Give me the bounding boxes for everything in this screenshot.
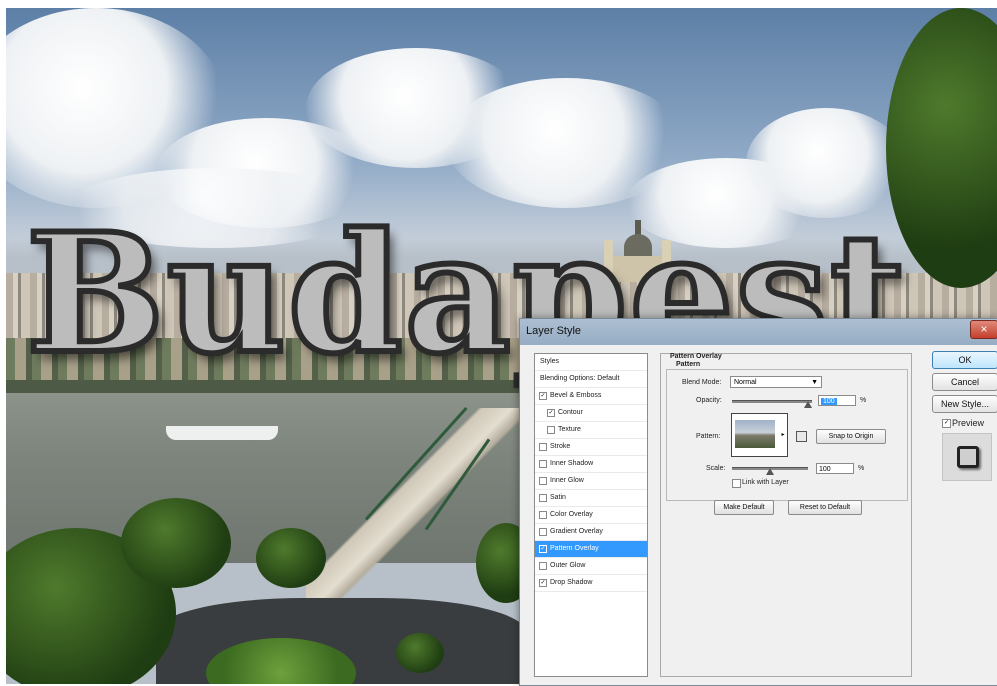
style-label: Outer Glow xyxy=(550,562,586,569)
blend-mode-label: Blend Mode: xyxy=(682,379,722,386)
styles-list-item[interactable]: Stroke xyxy=(535,439,647,456)
link-with-layer-label: Link with Layer xyxy=(742,479,789,486)
style-label: Stroke xyxy=(550,443,571,450)
style-label: Contour xyxy=(558,409,583,416)
pattern-label: Pattern: xyxy=(696,433,721,440)
styles-list: Styles Blending Options: Default ✓ Bevel & … xyxy=(534,353,648,677)
styles-list-item[interactable]: Color Overlay xyxy=(535,507,647,524)
opacity-label: Opacity: xyxy=(696,397,722,404)
pattern-dropdown-icon[interactable]: ▸ xyxy=(779,413,788,457)
scale-slider-thumb[interactable] xyxy=(766,468,774,475)
style-checkbox[interactable] xyxy=(539,562,547,570)
preview-checkbox[interactable]: ✓ xyxy=(942,419,951,428)
style-checkbox[interactable] xyxy=(539,460,547,468)
close-icon[interactable]: × xyxy=(970,320,997,339)
styles-list-item[interactable]: ✓ Bevel & Emboss xyxy=(535,388,647,405)
boat xyxy=(166,426,278,440)
opacity-slider[interactable] xyxy=(732,400,812,408)
scale-slider[interactable] xyxy=(732,467,808,475)
styles-list-item[interactable]: Texture xyxy=(535,422,647,439)
link-with-layer-checkbox[interactable] xyxy=(732,479,741,488)
pattern-picker[interactable] xyxy=(731,413,781,457)
style-checkbox[interactable]: ✓ xyxy=(539,545,547,553)
make-default-button[interactable]: Make Default xyxy=(714,500,774,515)
preview-thumbnail xyxy=(957,446,979,468)
style-checkbox[interactable] xyxy=(539,511,547,519)
style-checkbox[interactable] xyxy=(547,426,555,434)
style-label: Inner Shadow xyxy=(550,460,594,467)
opacity-unit: % xyxy=(860,397,867,404)
style-label: Texture xyxy=(558,426,581,433)
style-label: Satin xyxy=(550,494,566,501)
snap-to-origin-button[interactable]: Snap to Origin xyxy=(816,429,886,444)
style-checkbox[interactable] xyxy=(539,477,547,485)
section-title: Pattern Overlay xyxy=(670,353,722,360)
style-checkbox[interactable] xyxy=(539,494,547,502)
pattern-thumbnail xyxy=(735,420,775,448)
style-label: Pattern Overlay xyxy=(550,545,599,552)
style-label: Styles xyxy=(540,358,560,365)
style-checkbox[interactable]: ✓ xyxy=(547,409,555,417)
dialog-titlebar[interactable]: Layer Style × xyxy=(520,319,997,345)
styles-list-item[interactable]: ✓ Pattern Overlay xyxy=(535,541,647,558)
preview-label: Preview xyxy=(952,418,985,428)
dialog-title: Layer Style xyxy=(526,325,582,337)
scale-unit: % xyxy=(858,465,865,472)
style-checkbox[interactable] xyxy=(539,443,547,451)
styles-list-item[interactable]: Outer Glow xyxy=(535,558,647,575)
styles-list-item[interactable]: Styles xyxy=(535,354,647,371)
style-label: Gradient Overlay xyxy=(550,528,603,535)
reset-to-default-button[interactable]: Reset to Default xyxy=(788,500,862,515)
styles-list-item[interactable]: ✓ Contour xyxy=(535,405,647,422)
styles-list-item[interactable]: Inner Glow xyxy=(535,473,647,490)
new-preset-icon[interactable] xyxy=(796,431,807,442)
group-title: Pattern xyxy=(676,361,701,368)
style-label: Blending Options: Default xyxy=(540,375,620,382)
layer-style-dialog: Layer Style × Styles Blending Options: De… xyxy=(519,318,997,686)
opacity-slider-thumb[interactable] xyxy=(804,401,812,408)
style-label: Bevel & Emboss xyxy=(550,392,602,399)
styles-list-item[interactable]: ✓ Drop Shadow xyxy=(535,575,647,592)
styles-list-item[interactable]: Blending Options: Default xyxy=(535,371,647,388)
opacity-input[interactable]: 100 xyxy=(818,395,856,406)
cancel-button[interactable]: Cancel xyxy=(932,373,997,391)
scale-label: Scale: xyxy=(706,465,726,472)
style-checkbox[interactable] xyxy=(539,528,547,536)
style-label: Drop Shadow xyxy=(550,579,593,586)
styles-list-item[interactable]: Gradient Overlay xyxy=(535,524,647,541)
ok-button[interactable]: OK xyxy=(932,351,997,369)
style-checkbox[interactable]: ✓ xyxy=(539,392,547,400)
style-label: Color Overlay xyxy=(550,511,593,518)
styles-list-item[interactable]: Inner Shadow xyxy=(535,456,647,473)
style-label: Inner Glow xyxy=(550,477,584,484)
scale-input[interactable]: 100 xyxy=(816,463,854,474)
style-preview xyxy=(942,433,992,481)
blend-mode-value: Normal xyxy=(734,379,757,386)
chevron-down-icon: ▼ xyxy=(811,379,818,386)
styles-list-item[interactable]: Satin xyxy=(535,490,647,507)
new-style-button[interactable]: New Style... xyxy=(932,395,997,413)
blend-mode-select[interactable]: Normal ▼ xyxy=(730,376,822,388)
style-checkbox[interactable]: ✓ xyxy=(539,579,547,587)
